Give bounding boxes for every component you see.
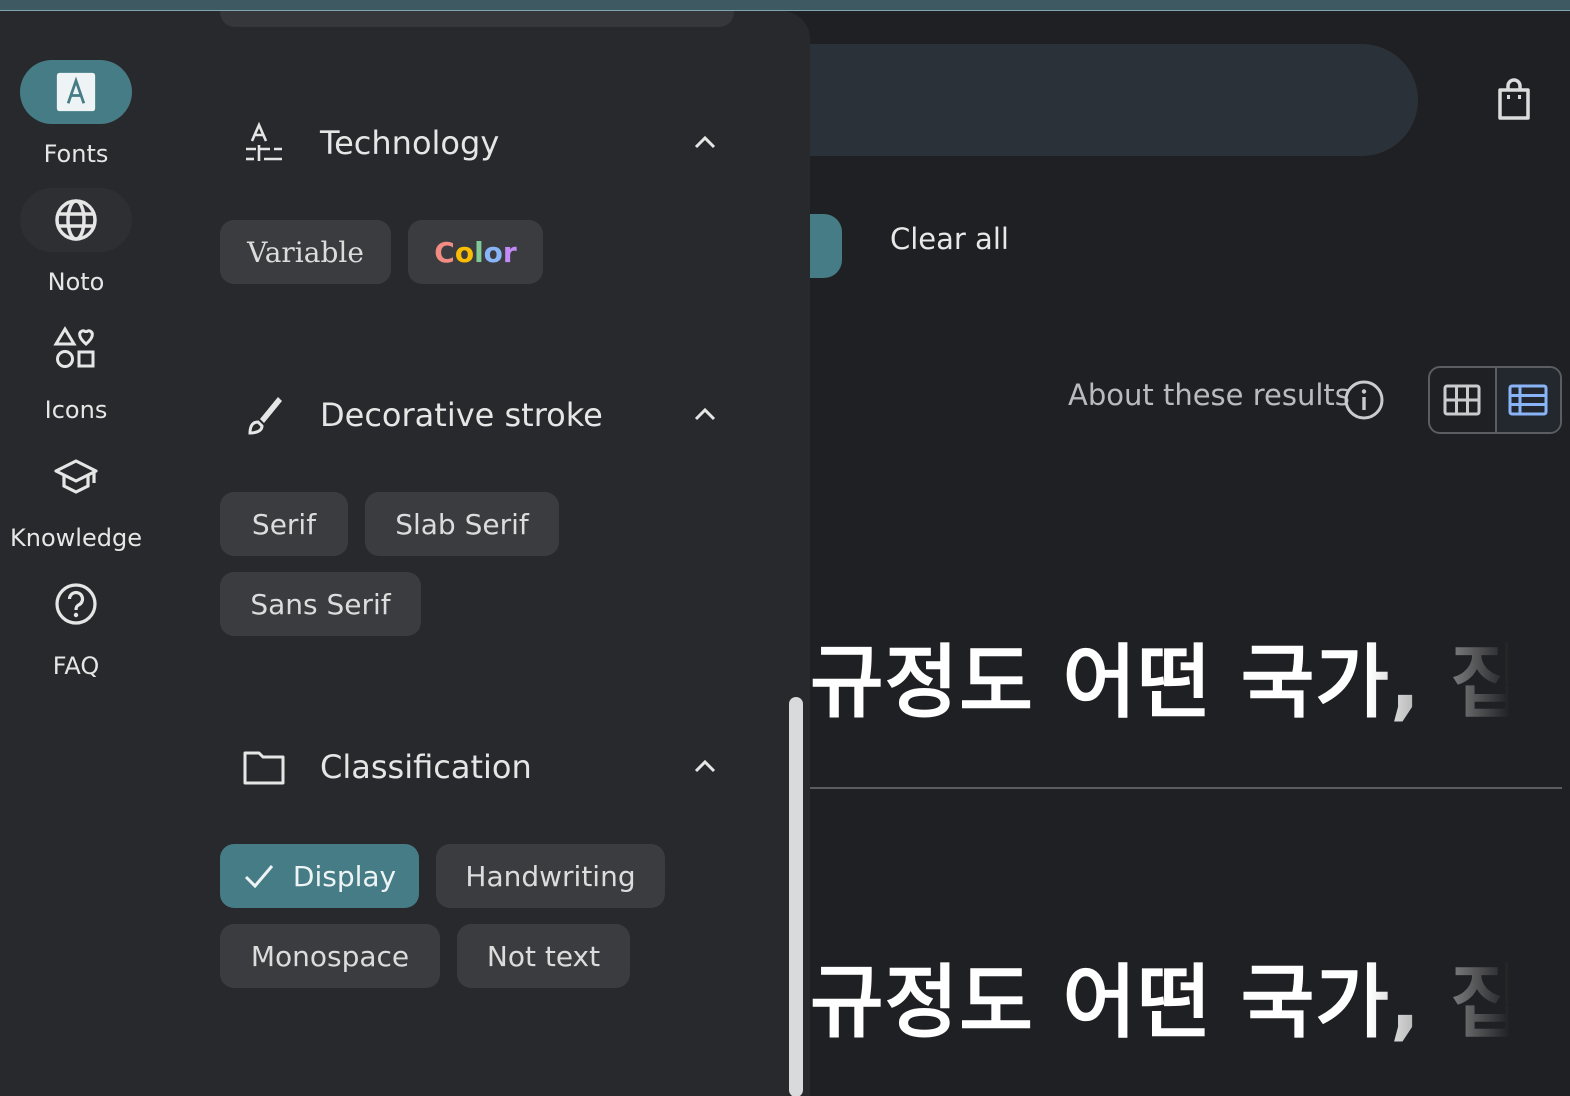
graduation-cap-icon bbox=[54, 459, 98, 494]
section-title: Decorative stroke bbox=[320, 396, 603, 434]
panel-section-stub bbox=[220, 11, 734, 27]
chip-color-label: Color bbox=[434, 235, 517, 269]
view-toggle bbox=[1428, 366, 1562, 434]
about-results-link[interactable]: About these results bbox=[1068, 378, 1350, 412]
brush-icon bbox=[248, 397, 282, 435]
chip-variable[interactable]: Variable bbox=[220, 220, 391, 284]
rail-label-noto[interactable]: Noto bbox=[0, 268, 152, 296]
chip-serif[interactable]: Serif bbox=[220, 492, 348, 556]
nav-rail: Fonts Noto Icons Knowledge FAQ bbox=[0, 11, 172, 1096]
font-sample-text[interactable]: 규정도 어떤 국가, 집단 또 bbox=[810, 618, 1510, 734]
globe-icon bbox=[55, 199, 97, 241]
chip-slab-serif[interactable]: Slab Serif bbox=[365, 492, 559, 556]
folder-icon bbox=[243, 751, 285, 785]
rail-label-icons[interactable]: Icons bbox=[0, 396, 152, 424]
chevron-up-icon[interactable] bbox=[688, 126, 722, 160]
shopping-bag-icon[interactable] bbox=[1490, 76, 1538, 124]
section-header-classification[interactable]: Classification bbox=[242, 742, 722, 792]
info-icon[interactable] bbox=[1342, 378, 1386, 422]
help-circle-icon bbox=[55, 583, 97, 625]
result-divider bbox=[810, 787, 1562, 789]
panel-scrollbar[interactable] bbox=[789, 697, 803, 1096]
list-view-button[interactable] bbox=[1494, 368, 1560, 432]
font-sample-text[interactable]: 규정도 어떤 국가, 집단 또 bbox=[810, 938, 1510, 1054]
chip-color[interactable]: Color bbox=[408, 220, 543, 284]
rail-item-knowledge[interactable] bbox=[20, 444, 132, 508]
chip-monospace[interactable]: Monospace bbox=[220, 924, 440, 988]
filter-panel: Technology Variable Color Decorative str… bbox=[172, 11, 810, 1096]
rail-label-fonts[interactable]: Fonts bbox=[0, 140, 152, 168]
rail-label-knowledge[interactable]: Knowledge bbox=[0, 524, 152, 552]
chip-not-text[interactable]: Not text bbox=[457, 924, 630, 988]
chip-label: Display bbox=[292, 859, 397, 893]
grid-view-button[interactable] bbox=[1430, 368, 1495, 432]
checkmark-icon bbox=[244, 865, 274, 889]
grid-icon bbox=[1443, 384, 1481, 416]
chip-sans-serif[interactable]: Sans Serif bbox=[220, 572, 421, 636]
list-icon bbox=[1508, 384, 1548, 416]
font-technology-icon bbox=[246, 121, 282, 161]
section-header-decorative-stroke[interactable]: Decorative stroke bbox=[242, 390, 722, 440]
rail-label-faq[interactable]: FAQ bbox=[0, 652, 152, 680]
font-a-icon bbox=[56, 72, 96, 112]
section-header-technology[interactable]: Technology bbox=[242, 118, 722, 168]
clear-all-button[interactable]: Clear all bbox=[890, 222, 1009, 256]
shapes-icon bbox=[53, 326, 95, 368]
rail-item-noto[interactable] bbox=[20, 188, 132, 252]
section-title: Classification bbox=[320, 748, 532, 786]
rail-item-faq[interactable] bbox=[20, 572, 132, 636]
window-top-bar bbox=[0, 0, 1570, 11]
chip-display[interactable]: Display bbox=[220, 844, 419, 908]
chip-handwriting[interactable]: Handwriting bbox=[436, 844, 665, 908]
rail-item-fonts[interactable] bbox=[20, 60, 132, 124]
rail-item-icons[interactable] bbox=[20, 316, 132, 380]
chevron-up-icon[interactable] bbox=[688, 750, 722, 784]
section-title: Technology bbox=[320, 124, 500, 162]
chevron-up-icon[interactable] bbox=[688, 398, 722, 432]
